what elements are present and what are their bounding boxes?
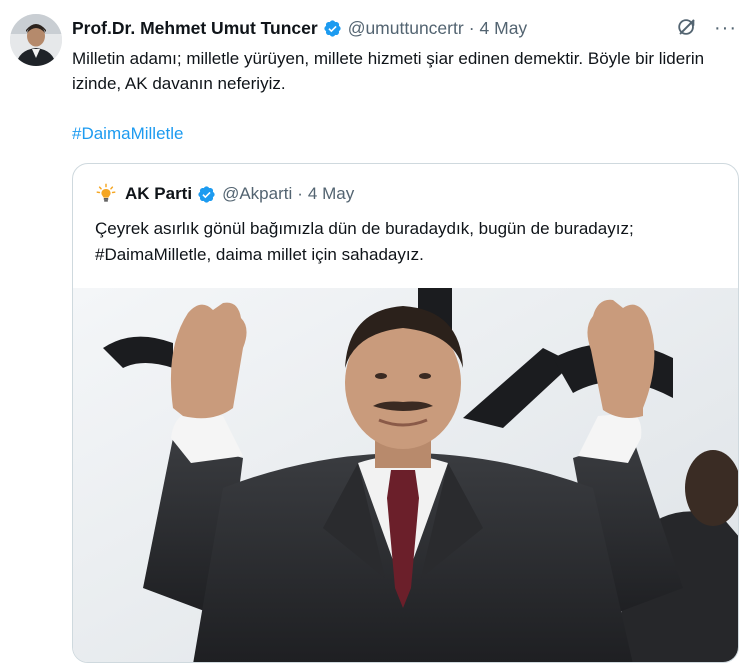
separator-dot: · [468,17,475,38]
grok-icon[interactable] [676,16,700,40]
tweet-date[interactable]: 4 May [480,18,528,39]
more-options-icon[interactable]: ··· [714,18,737,38]
quoted-tweet-card[interactable]: AK Parti @Akparti · 4 May Çeyrek asırlık… [72,163,739,663]
tweet-actions-top: ··· [676,16,737,40]
verified-badge-icon[interactable] [323,19,342,38]
quoted-tweet-date: 4 May [307,184,355,203]
hashtag-link[interactable]: #DaimaMilletle [72,121,183,146]
avatar-photo-icon [10,14,62,66]
quoted-tweet-photo[interactable] [73,288,738,662]
tweet-text: Milletin adamı; milletle yürüyen, millet… [72,49,705,93]
avatar[interactable] [10,14,62,66]
quoted-author-handle[interactable]: @Akparti [222,184,292,204]
photo-waving-man [73,288,738,662]
author-handle[interactable]: @umuttuncertr [348,18,464,39]
ak-parti-logo-icon [95,183,117,205]
tweet-header: Prof.Dr. Mehmet Umut Tuncer @umuttuncert… [72,15,527,41]
verified-badge-icon [197,185,216,204]
author-display-name[interactable]: Prof.Dr. Mehmet Umut Tuncer [72,18,318,39]
quoted-author-display-name[interactable]: AK Parti [125,184,192,204]
quoted-tweet-text: Çeyrek asırlık gönül bağımızla dün de bu… [95,219,634,264]
quoted-tweet-header: AK Parti @Akparti · 4 May [95,181,354,207]
tweet: Prof.Dr. Mehmet Umut Tuncer @umuttuncert… [0,0,750,669]
separator-dot: · [297,184,303,203]
